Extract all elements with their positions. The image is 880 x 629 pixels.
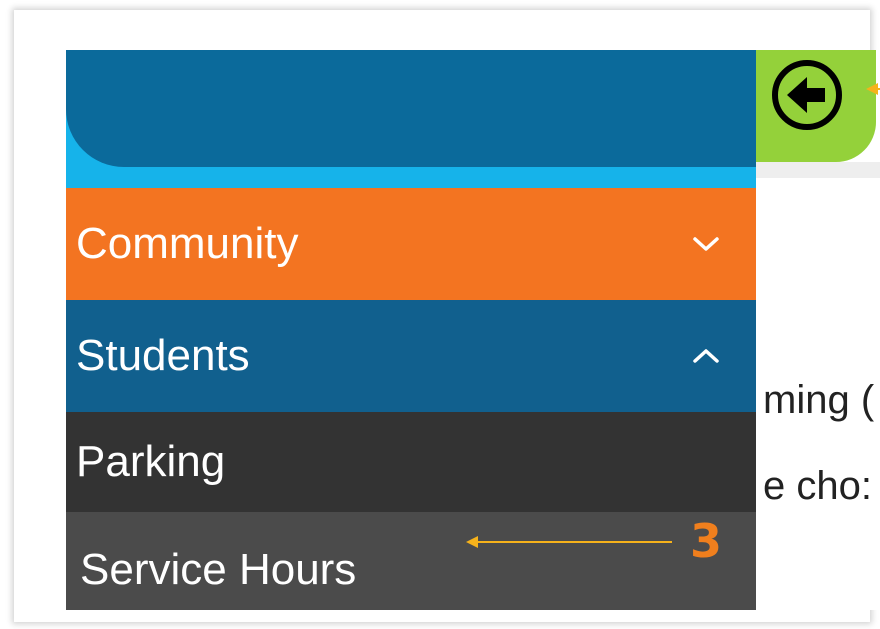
submenu-item-label: Parking: [76, 437, 226, 486]
submenu-item-label: Service Hours: [80, 545, 357, 594]
background-text-line-1: ming (: [763, 378, 875, 422]
background-text-line-2: e cho:: [763, 464, 872, 508]
header-bar: [66, 50, 756, 167]
back-tab: [756, 50, 876, 162]
arrow-left-circle-icon: [787, 77, 825, 113]
back-button[interactable]: [772, 60, 842, 130]
chevron-up-icon[interactable]: [692, 347, 720, 365]
side-menu: Community Students Parking Service Hours: [66, 188, 756, 610]
submenu-item-service-hours[interactable]: Service Hours: [66, 512, 756, 610]
menu-item-label: Community: [76, 219, 299, 268]
annotation-arrow-line: [476, 541, 672, 543]
page-content: ming ( e cho: Community Students Parking…: [66, 50, 880, 610]
menu-item-community[interactable]: Community: [66, 188, 756, 300]
header-divider: [756, 162, 880, 178]
screenshot-frame: ming ( e cho: Community Students Parking…: [14, 10, 880, 622]
chevron-down-icon[interactable]: [692, 235, 720, 253]
submenu-item-parking[interactable]: Parking: [66, 412, 756, 512]
annotation-number: 3: [690, 514, 723, 568]
annotation-arrow-line-top: [876, 88, 880, 90]
menu-item-label: Students: [76, 331, 250, 380]
menu-item-students[interactable]: Students: [66, 300, 756, 412]
